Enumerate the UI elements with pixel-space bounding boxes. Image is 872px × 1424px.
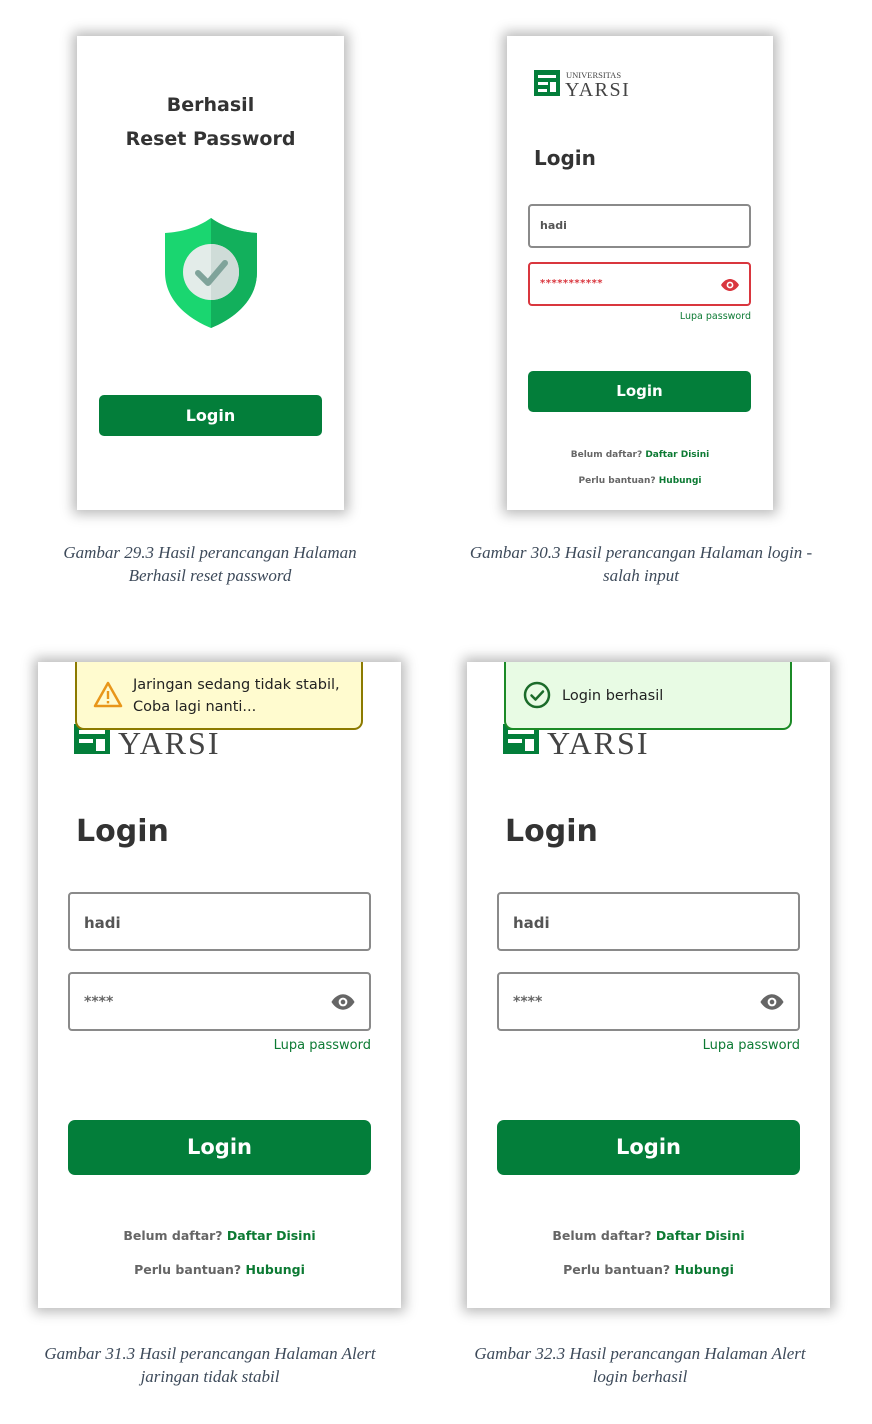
eye-icon[interactable] [759, 993, 785, 1011]
alert-message: Login berhasil [562, 688, 664, 704]
caption-line: Gambar 32.3 Hasil perancangan Halaman Al… [474, 1344, 806, 1363]
forgot-password-link[interactable]: Lupa password [680, 311, 751, 322]
logo-yarsi: YARSI [565, 79, 630, 101]
success-title-line1: Berhasil [166, 94, 255, 116]
register-line: Belum daftar? Daftar Disini [507, 450, 773, 460]
login-button[interactable]: Login [68, 1120, 371, 1175]
register-link[interactable]: Daftar Disini [645, 450, 709, 460]
password-value: **** [513, 994, 543, 1010]
username-value: hadi [513, 914, 550, 932]
check-circle-icon [523, 681, 551, 709]
password-field[interactable]: **** [497, 972, 800, 1031]
yarsi-logo: UNIVERSITAS YARSI [534, 70, 630, 101]
reset-success-screen: Berhasil Reset Password Login [77, 36, 344, 510]
register-line: Belum daftar? Daftar Disini [38, 1228, 401, 1243]
caption-line: jaringan tidak stabil [140, 1367, 280, 1386]
help-prompt: Perlu bantuan? [578, 476, 656, 486]
register-prompt: Belum daftar? [570, 450, 643, 460]
login-success-alert: Login berhasil [504, 662, 792, 730]
help-link[interactable]: Hubungi [246, 1262, 305, 1277]
login-button[interactable]: Login [99, 395, 322, 436]
network-warning-alert: Jaringan sedang tidak stabil, Coba lagi … [75, 662, 363, 730]
caption-line: login berhasil [592, 1367, 688, 1386]
password-field[interactable]: **** [68, 972, 371, 1031]
login-error-screen: UNIVERSITAS YARSI Login hadi ***********… [507, 36, 773, 510]
username-field[interactable]: hadi [497, 892, 800, 951]
register-prompt: Belum daftar? [123, 1228, 223, 1243]
login-button[interactable]: Login [528, 371, 751, 412]
help-line: Perlu bantuan? Hubungi [467, 1262, 830, 1277]
figure-caption-29: Gambar 29.3 Hasil perancangan Halaman Be… [20, 541, 400, 587]
password-value: **** [84, 994, 114, 1010]
figure-caption-32: Gambar 32.3 Hasil perancangan Halaman Al… [440, 1342, 840, 1388]
help-prompt: Perlu bantuan? [134, 1262, 242, 1277]
caption-line: Berhasil reset password [128, 566, 292, 585]
login-success-alert-screen: YARSI Login berhasil Login hadi **** Lup… [467, 662, 830, 1308]
register-line: Belum daftar? Daftar Disini [467, 1228, 830, 1243]
help-line: Perlu bantuan? Hubungi [38, 1262, 401, 1277]
username-field[interactable]: hadi [528, 204, 751, 248]
shield-check-icon [165, 218, 257, 328]
success-title-line2: Reset Password [125, 128, 296, 150]
alert-line: Coba lagi nanti... [133, 699, 257, 715]
forgot-password-link[interactable]: Lupa password [274, 1038, 371, 1053]
caption-line: Gambar 30.3 Hasil perancangan Halaman lo… [469, 543, 813, 562]
figure-caption-31: Gambar 31.3 Hasil perancangan Halaman Al… [10, 1342, 410, 1388]
warning-icon [93, 681, 123, 708]
alert-line: Jaringan sedang tidak stabil, [133, 677, 340, 693]
register-link[interactable]: Daftar Disini [227, 1228, 316, 1243]
help-link[interactable]: Hubungi [659, 476, 702, 486]
register-prompt: Belum daftar? [552, 1228, 652, 1243]
figure-caption-30: Gambar 30.3 Hasil perancangan Halaman lo… [436, 541, 846, 587]
forgot-password-link[interactable]: Lupa password [703, 1038, 800, 1053]
help-link[interactable]: Hubungi [675, 1262, 734, 1277]
logo-yarsi: YARSI [547, 725, 649, 761]
eye-icon[interactable] [330, 993, 356, 1011]
eye-icon[interactable] [720, 278, 740, 292]
username-field[interactable]: hadi [68, 892, 371, 951]
login-heading: Login [534, 146, 596, 170]
password-field[interactable]: *********** [528, 262, 751, 306]
logo-yarsi: YARSI [118, 725, 220, 761]
register-link[interactable]: Daftar Disini [656, 1228, 745, 1243]
help-line: Perlu bantuan? Hubungi [507, 476, 773, 486]
caption-line: salah input [602, 566, 680, 585]
password-value: *********** [540, 278, 604, 289]
caption-line: Gambar 29.3 Hasil perancangan Halaman [63, 543, 357, 562]
username-value: hadi [540, 219, 567, 232]
alert-message: Jaringan sedang tidak stabil, Coba lagi … [133, 674, 340, 718]
username-value: hadi [84, 914, 121, 932]
login-network-alert-screen: YARSI Jaringan sedang tidak stabil, Coba… [38, 662, 401, 1308]
login-heading: Login [505, 814, 598, 849]
help-prompt: Perlu bantuan? [563, 1262, 671, 1277]
login-heading: Login [76, 814, 169, 849]
login-button[interactable]: Login [497, 1120, 800, 1175]
caption-line: Gambar 31.3 Hasil perancangan Halaman Al… [44, 1344, 376, 1363]
